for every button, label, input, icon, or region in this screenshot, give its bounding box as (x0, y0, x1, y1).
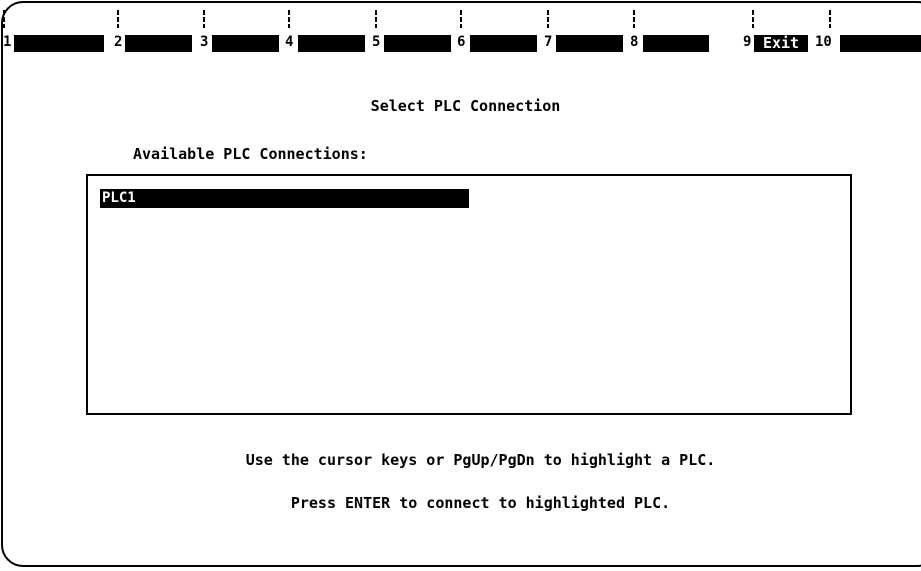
fkey-tick (375, 10, 377, 28)
exit-button[interactable]: Exit (754, 35, 808, 52)
fkey-number: 4 (285, 34, 294, 50)
fkey-number: 2 (114, 34, 123, 50)
plc-connection-list[interactable]: PLC1 (86, 174, 852, 415)
fkey-label[interactable] (298, 35, 365, 52)
fkey-number: 5 (372, 34, 381, 50)
fkey-tick (3, 10, 5, 28)
fkey-label[interactable] (556, 35, 623, 52)
instruction-connect: Press ENTER to connect to highlighted PL… (290, 494, 671, 512)
fkey-label[interactable] (384, 35, 451, 52)
fkey-number: 9 (743, 34, 752, 50)
fkey-label[interactable] (470, 35, 537, 52)
fkey-tick (203, 10, 205, 28)
fkey-tick (460, 10, 462, 28)
fkey-number: 8 (630, 34, 639, 50)
fkey-tick (547, 10, 549, 28)
fkey-tick (288, 10, 290, 28)
fkey-number: 1 (3, 34, 12, 50)
fkey-label[interactable] (212, 35, 279, 52)
fkey-label[interactable] (840, 35, 921, 52)
instruction-navigate: Use the cursor keys or PgUp/PgDn to high… (245, 451, 716, 469)
fkey-number: 10 (815, 34, 832, 50)
fkey-tick (829, 10, 831, 28)
fkey-number: 7 (544, 34, 553, 50)
function-key-bar: 1 2 3 4 5 6 7 8 9 Exit 10 (0, 0, 921, 52)
fkey-tick (752, 10, 754, 28)
fkey-number: 3 (200, 34, 209, 50)
fkey-number: 6 (457, 34, 466, 50)
fkey-tick (633, 10, 635, 28)
fkey-label[interactable] (125, 35, 192, 52)
list-label: Available PLC Connections: (133, 145, 368, 163)
list-item-selected[interactable]: PLC1 (100, 189, 469, 208)
fkey-label[interactable] (14, 35, 104, 52)
fkey-tick (117, 10, 119, 28)
page-title: Select PLC Connection (370, 97, 561, 115)
fkey-label[interactable] (643, 35, 709, 52)
